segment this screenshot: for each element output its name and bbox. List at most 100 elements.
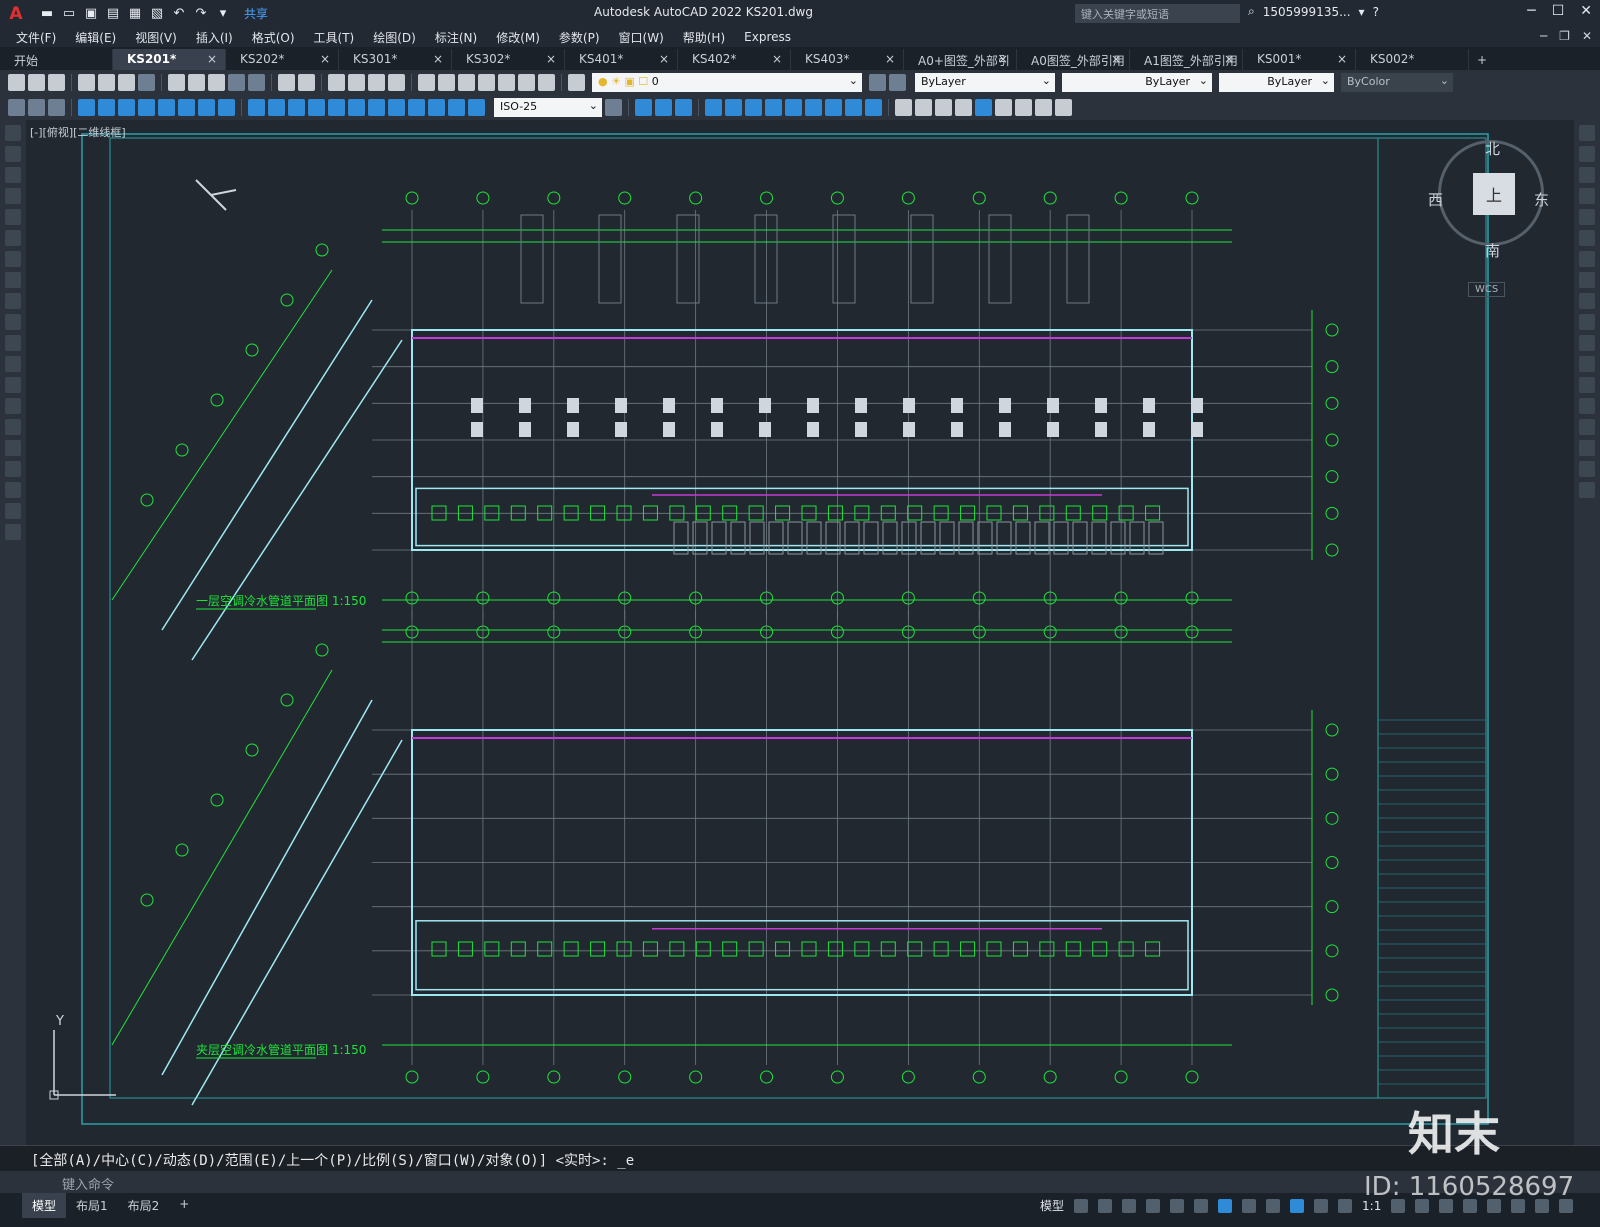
compass-east[interactable]: 东 <box>1534 189 1549 210</box>
block-editor-icon[interactable] <box>248 74 265 91</box>
help-icon[interactable]: ? <box>1373 5 1379 19</box>
make-block-icon[interactable] <box>5 377 21 393</box>
plot-icon[interactable]: ▦ <box>126 6 144 22</box>
hatch-icon[interactable] <box>5 419 21 435</box>
menu-item-12[interactable]: Express <box>744 30 801 44</box>
baseline-icon[interactable] <box>268 99 285 116</box>
dimension-edit-icon[interactable] <box>428 99 445 116</box>
annotation-visibility-icon[interactable] <box>1314 1198 1329 1213</box>
gradient-icon[interactable] <box>5 440 21 456</box>
file-tab-11[interactable]: KS001* × <box>1243 49 1356 70</box>
sheet-set-icon[interactable] <box>478 74 495 91</box>
file-tab-7[interactable]: KS403* × <box>791 49 904 70</box>
chamfer-icon[interactable] <box>1579 419 1595 435</box>
close-tab-icon[interactable]: × <box>1224 52 1234 66</box>
plot-icon[interactable] <box>78 74 95 91</box>
ellipse-icon[interactable] <box>5 314 21 330</box>
linear-dimension-icon[interactable] <box>78 99 95 116</box>
quickcalc-icon[interactable] <box>518 74 535 91</box>
orbit-icon[interactable] <box>1055 99 1072 116</box>
ellipse-arc-icon[interactable] <box>5 335 21 351</box>
offset-icon[interactable] <box>1579 188 1595 204</box>
ucs-z-icon[interactable] <box>865 99 882 116</box>
ucs-origin-icon[interactable] <box>765 99 782 116</box>
radius-icon[interactable] <box>158 99 175 116</box>
wcs-menu[interactable]: WCS <box>1468 282 1506 297</box>
trim-icon[interactable] <box>1579 314 1595 330</box>
stretch-icon[interactable] <box>1579 293 1595 309</box>
dimension-update-icon[interactable] <box>468 99 485 116</box>
menu-item-5[interactable]: 工具(T) <box>314 29 365 46</box>
menu-item-2[interactable]: 视图(V) <box>135 29 187 46</box>
file-tab-12[interactable]: KS002* <box>1356 49 1469 70</box>
quick-dimension-icon[interactable] <box>248 99 265 116</box>
transparency-icon[interactable] <box>1266 1198 1281 1213</box>
blend-icon[interactable] <box>1579 461 1595 477</box>
compass-south[interactable]: 南 <box>1485 240 1500 261</box>
layer-state-icon[interactable] <box>8 99 25 116</box>
ucs-world-icon[interactable] <box>655 99 672 116</box>
match-properties-icon[interactable] <box>228 74 245 91</box>
compass-west[interactable]: 西 <box>1428 189 1443 210</box>
open-icon[interactable]: ▭ <box>60 6 78 22</box>
drawing-canvas[interactable]: 一层空调冷水管道平面图 1:150 夹层空调冷水管道平面图 1:150 Y <box>26 120 1574 1145</box>
menu-item-3[interactable]: 插入(I) <box>196 29 243 46</box>
circle-icon[interactable] <box>5 251 21 267</box>
angular-icon[interactable] <box>218 99 235 116</box>
erase-icon[interactable] <box>1579 125 1595 141</box>
space-icon[interactable] <box>308 99 325 116</box>
lineweight-dropdown[interactable]: ByLayer ⌄ <box>1219 73 1334 92</box>
menu-item-6[interactable]: 绘图(D) <box>373 29 426 46</box>
file-tab-3[interactable]: KS301* × <box>339 49 452 70</box>
help-icon[interactable] <box>538 74 555 91</box>
redo-icon[interactable] <box>298 74 315 91</box>
add-selected-icon[interactable] <box>5 524 21 540</box>
explode-icon[interactable] <box>1579 482 1595 498</box>
user-name[interactable]: 1505999135... <box>1263 5 1351 19</box>
maximize-icon[interactable]: ☐ <box>1552 3 1565 19</box>
ortho-icon[interactable] <box>1122 1198 1137 1213</box>
view-cube-top[interactable]: 上 <box>1473 173 1515 215</box>
color-dropdown[interactable]: ByLayer ⌄ <box>915 73 1055 92</box>
file-tab-9[interactable]: A0图签_外部引用 × <box>1017 49 1130 70</box>
polar-icon[interactable] <box>1146 1198 1161 1213</box>
layer-dropdown[interactable]: ● ☀ ▣ ☐ 0 ⌄ <box>592 73 862 92</box>
make-current-icon[interactable] <box>869 74 886 91</box>
polygon-icon[interactable] <box>5 188 21 204</box>
layer-previous-icon[interactable] <box>889 74 906 91</box>
aligned-dimension-icon[interactable] <box>98 99 115 116</box>
arc-icon[interactable] <box>5 230 21 246</box>
menu-item-10[interactable]: 窗口(W) <box>619 29 674 46</box>
customize-icon[interactable]: ▾ <box>214 6 232 22</box>
mirror-icon[interactable] <box>1579 167 1595 183</box>
arc-length-icon[interactable] <box>118 99 135 116</box>
tool-palettes-icon[interactable] <box>458 74 475 91</box>
ucs-icon[interactable] <box>635 99 652 116</box>
ucs-y-icon[interactable] <box>845 99 862 116</box>
undo-icon[interactable] <box>278 74 295 91</box>
break-icon[interactable] <box>1579 377 1595 393</box>
camera-icon[interactable] <box>975 99 992 116</box>
menu-item-7[interactable]: 标注(N) <box>435 29 487 46</box>
diameter-icon[interactable] <box>198 99 215 116</box>
layout-tab-0[interactable]: 模型 <box>22 1193 67 1218</box>
search-icon[interactable]: ⌕ <box>1248 4 1255 19</box>
array-icon[interactable] <box>1579 209 1595 225</box>
fly-icon[interactable] <box>1015 99 1032 116</box>
multiline-text-icon[interactable] <box>5 503 21 519</box>
open-icon[interactable] <box>28 74 45 91</box>
linetype-dropdown[interactable]: ByLayer ⌄ <box>1062 73 1212 92</box>
zoom-previous-icon[interactable] <box>388 74 405 91</box>
close-tab-icon[interactable]: × <box>433 52 443 66</box>
close-tab-icon[interactable]: × <box>885 52 895 66</box>
scale-icon[interactable] <box>1579 272 1595 288</box>
ucs-x-icon[interactable] <box>825 99 842 116</box>
compass-north[interactable]: 北 <box>1485 138 1500 159</box>
ucs-object-icon[interactable] <box>725 99 742 116</box>
menu-item-4[interactable]: 格式(O) <box>252 29 305 46</box>
close-icon[interactable]: ✕ <box>1582 29 1592 43</box>
object-snap-icon[interactable] <box>1218 1198 1233 1213</box>
break-at-point-icon[interactable] <box>1579 356 1595 372</box>
minimize-icon[interactable]: ─ <box>1540 29 1547 43</box>
new-tab-icon[interactable]: + <box>1469 53 1495 70</box>
